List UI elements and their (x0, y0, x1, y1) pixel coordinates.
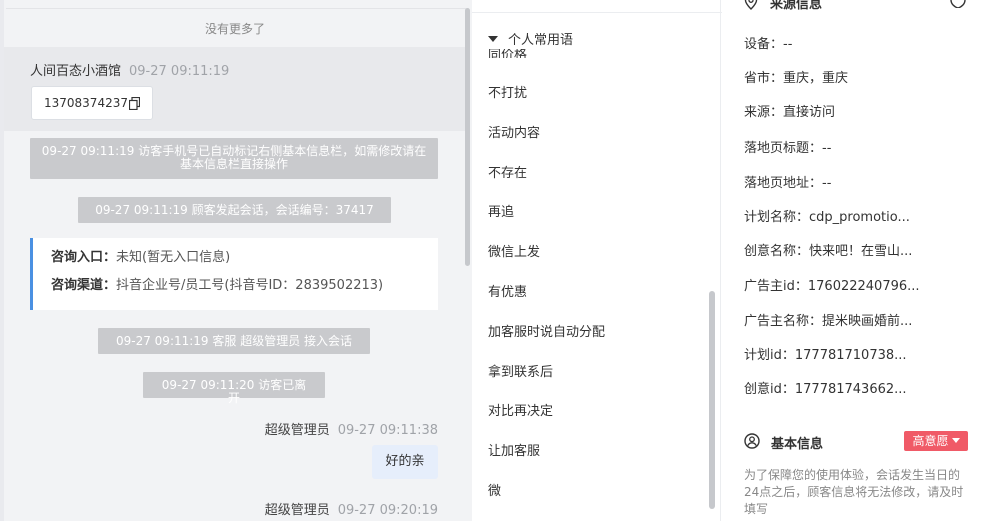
location-pin-icon (744, 0, 758, 10)
user-circle-icon (744, 433, 760, 449)
phrase-item[interactable]: 活动内容 (488, 122, 540, 141)
shield-icon[interactable] (949, 0, 967, 8)
field-label: 计划id： (744, 348, 795, 363)
source-field-creative-name: 创意名称：快来吧！在雪山... (744, 240, 912, 259)
source-field-plan-id: 计划id：177781710738... (744, 344, 907, 363)
system-notice-phone-marked: 09-27 09:11:19 访客手机号已自动标记右侧基本信息栏，如需修改请在基… (30, 138, 438, 179)
system-notice-visitor-left: 09-27 09:11:20 访客已离开 (143, 372, 325, 405)
source-field-device: 设备：-- (744, 33, 792, 52)
agent-name-2: 超级管理员 (264, 503, 330, 518)
agent-sender-line: 超级管理员 09-27 09:11:38 (265, 419, 438, 438)
basic-info-note: 为了保障您的使用体验，会话发生当日的24点之后，顾客信息将无法修改，请及时填写 (744, 468, 964, 516)
phrase-item[interactable]: 加客服时说自动分配 (488, 321, 605, 340)
agent-name: 超级管理员 (264, 423, 330, 438)
intent-level-dropdown[interactable]: 高意愿 (904, 431, 968, 451)
top-divider (6, 8, 466, 9)
agent-message-time-2: 09-27 09:20:19 (337, 503, 438, 518)
field-value: cdp_promotio... (809, 210, 910, 225)
consult-entry-line: 咨询入口：未知(暂无入口信息) (51, 250, 438, 266)
consult-channel-label: 咨询渠道： (51, 278, 117, 293)
chat-scrollbar[interactable] (465, 8, 470, 266)
source-field-advertiser-id: 广告主id：176022240796... (744, 275, 920, 294)
field-value: -- (822, 176, 832, 191)
phone-number: 13708374237 (44, 96, 128, 110)
source-field-creative-id: 创意id：177781743662... (744, 378, 907, 397)
basic-info-title: 基本信息 (771, 437, 824, 452)
field-label: 落地页地址： (744, 176, 823, 191)
source-field-source: 来源：直接访问 (744, 101, 835, 120)
system-notice-agent-joined: 09-27 09:11:19 客服 超级管理员 接入会话 (98, 328, 370, 354)
customer-info-pane: 来源信息 设备：-- 省市：重庆，重庆 来源：直接访问 落地页标题：-- 落地页… (722, 0, 995, 521)
source-info-title: 来源信息 (770, 0, 823, 12)
field-value: 重庆，重庆 (783, 71, 849, 86)
field-value: 177781743662... (794, 382, 907, 397)
phrase-item[interactable]: 拿到联系后 (488, 361, 553, 380)
source-field-landing-url: 落地页地址：-- (744, 172, 831, 191)
phrases-right-divider (720, 0, 721, 521)
source-field-advertiser-name: 广告主名称：提米映画婚前... (744, 310, 912, 329)
field-label: 设备： (744, 37, 784, 52)
visitor-message-time: 09-27 09:11:19 (129, 64, 230, 79)
field-label: 广告主id： (744, 279, 808, 294)
copy-icon[interactable] (129, 97, 140, 110)
field-label: 计划名称： (744, 210, 810, 225)
field-value: -- (822, 141, 832, 156)
source-field-landing-title: 落地页标题：-- (744, 137, 831, 156)
phrase-group-header[interactable]: 个人常用语 (488, 33, 580, 49)
visitor-name: 人间百态小酒馆 (30, 64, 122, 79)
field-label: 来源： (744, 105, 784, 120)
consult-entry-label: 咨询入口： (51, 250, 117, 265)
field-value: 176022240796... (807, 279, 920, 294)
field-value: 提米映画婚前... (822, 314, 913, 329)
phrase-item[interactable]: 微信上发 (488, 241, 540, 260)
phrases-top-divider (472, 12, 722, 13)
consult-channel-line: 咨询渠道：抖音企业号/员工号(抖音号ID：2839502213) (51, 278, 438, 294)
field-label: 落地页标题： (744, 141, 823, 156)
phrase-item[interactable]: 不存在 (488, 162, 527, 181)
phrase-item[interactable]: 微 (488, 480, 501, 499)
field-value: -- (783, 37, 793, 52)
source-field-plan-name: 计划名称：cdp_promotio... (744, 206, 910, 225)
phrases-scrollbar[interactable] (709, 291, 715, 509)
intent-level-label: 高意愿 (912, 434, 949, 448)
field-label: 广告主名称： (744, 314, 823, 329)
caret-down-icon (488, 36, 498, 42)
phrase-group-title: 个人常用语 (508, 33, 574, 48)
caret-down-icon (951, 438, 960, 443)
system-notice-session-start: 09-27 09:11:19 顾客发起会话，会话编号：37417 (78, 197, 391, 223)
consult-channel-value: 抖音企业号/员工号(抖音号ID：2839502213) (116, 278, 384, 293)
field-value: 快来吧！在雪山... (809, 244, 913, 259)
phrase-item[interactable]: 再追 (488, 201, 514, 220)
phone-number-bubble[interactable]: 13708374237 (31, 86, 153, 120)
field-value: 177781710738... (794, 348, 907, 363)
field-label: 省市： (744, 71, 784, 86)
agent-reply-bubble: 好的亲 (372, 445, 438, 479)
phrase-item[interactable]: 有优惠 (488, 281, 527, 300)
visitor-sender-line: 人间百态小酒馆 09-27 09:11:19 (30, 60, 229, 79)
consult-info-card: 咨询入口：未知(暂无入口信息) 咨询渠道：抖音企业号/员工号(抖音号ID：283… (30, 238, 438, 310)
phrase-item[interactable]: 让加客服 (488, 440, 540, 459)
phrase-item[interactable]: 对比再决定 (488, 400, 553, 419)
quick-phrases-pane: 同价格 个人常用语 不打扰 活动内容 不存在 再追 微信上发 有优惠 加客服时说… (472, 0, 722, 521)
source-field-province-city: 省市：重庆，重庆 (744, 67, 848, 86)
agent-sender-line-2: 超级管理员 09-27 09:20:19 (265, 499, 438, 518)
consult-entry-value: 未知(暂无入口信息) (116, 250, 231, 265)
phrase-item[interactable]: 不打扰 (488, 82, 527, 101)
field-label: 创意名称： (744, 244, 810, 259)
field-label: 创意id： (744, 382, 795, 397)
agent-message-time: 09-27 09:11:38 (337, 423, 438, 438)
chat-pane: 没有更多了 人间百态小酒馆 09-27 09:11:19 13708374237 … (0, 0, 472, 521)
no-more-label: 没有更多了 (204, 22, 265, 36)
field-value: 直接访问 (783, 105, 836, 120)
